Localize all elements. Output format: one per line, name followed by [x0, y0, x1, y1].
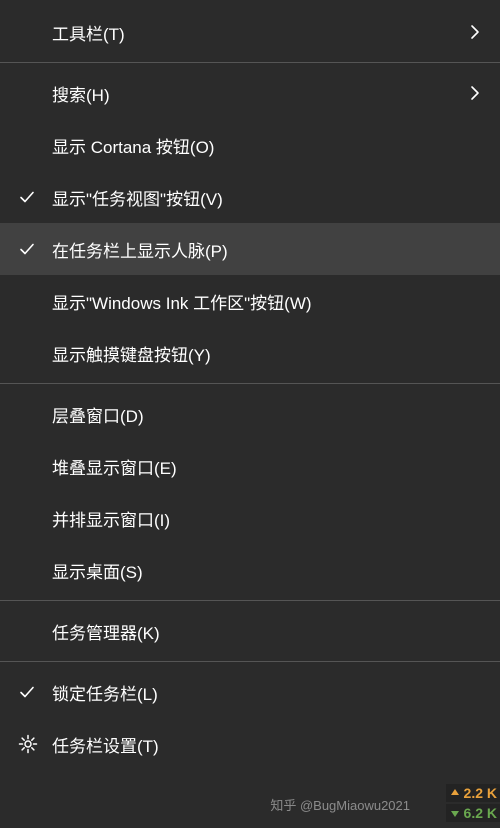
menu-item-lock-taskbar[interactable]: 锁定任务栏(L) [0, 666, 500, 718]
menu-separator [0, 661, 500, 662]
menu-item-label: 在任务栏上显示人脉(P) [52, 237, 458, 262]
menu-item-label: 任务栏设置(T) [52, 732, 458, 757]
menu-item-label: 任务管理器(K) [52, 619, 458, 644]
check-icon [18, 683, 36, 701]
menu-item-label: 锁定任务栏(L) [52, 680, 458, 705]
menu-item-people-on-taskbar[interactable]: 在任务栏上显示人脉(P) [0, 223, 500, 275]
menu-item-task-manager[interactable]: 任务管理器(K) [0, 605, 500, 657]
check-icon [18, 188, 36, 206]
menu-item-label: 显示触摸键盘按钮(Y) [52, 341, 458, 366]
chevron-right-icon [468, 22, 482, 42]
menu-separator [0, 383, 500, 384]
menu-item-label: 搜索(H) [52, 81, 458, 106]
upvote-count: 2.2 K [446, 784, 500, 802]
gear-icon [18, 734, 38, 754]
upvote-value: 2.2 K [464, 785, 497, 801]
downvote-value: 6.2 K [464, 805, 497, 821]
menu-item-windows-ink-button[interactable]: 显示"Windows Ink 工作区"按钮(W) [0, 275, 500, 327]
downvote-count: 6.2 K [446, 804, 500, 822]
menu-item-search[interactable]: 搜索(H) [0, 67, 500, 119]
menu-item-cascade-windows[interactable]: 层叠窗口(D) [0, 388, 500, 440]
menu-item-label: 层叠窗口(D) [52, 402, 458, 427]
menu-item-side-by-side-windows[interactable]: 并排显示窗口(I) [0, 492, 500, 544]
menu-item-task-view-button[interactable]: 显示"任务视图"按钮(V) [0, 171, 500, 223]
menu-separator [0, 600, 500, 601]
menu-separator [0, 62, 500, 63]
menu-item-cortana-button[interactable]: 显示 Cortana 按钮(O) [0, 119, 500, 171]
stats-badge: 2.2 K 6.2 K [446, 784, 500, 822]
chevron-right-icon [468, 83, 482, 103]
menu-item-taskbar-settings[interactable]: 任务栏设置(T) [0, 718, 500, 770]
menu-item-label: 显示"任务视图"按钮(V) [52, 185, 458, 210]
check-icon [18, 240, 36, 258]
menu-item-touch-keyboard-button[interactable]: 显示触摸键盘按钮(Y) [0, 327, 500, 379]
taskbar-context-menu: 工具栏(T) 搜索(H) 显示 Cortana 按钮(O) 显示"任务视图"按钮(V)… [0, 0, 500, 828]
menu-item-toolbars[interactable]: 工具栏(T) [0, 6, 500, 58]
menu-item-label: 工具栏(T) [52, 20, 458, 45]
menu-item-label: 并排显示窗口(I) [52, 506, 458, 531]
menu-item-label: 显示 Cortana 按钮(O) [52, 133, 458, 158]
menu-item-label: 堆叠显示窗口(E) [52, 454, 458, 479]
menu-item-label: 显示桌面(S) [52, 558, 458, 583]
menu-item-show-desktop[interactable]: 显示桌面(S) [0, 544, 500, 596]
menu-item-stack-windows[interactable]: 堆叠显示窗口(E) [0, 440, 500, 492]
menu-item-label: 显示"Windows Ink 工作区"按钮(W) [52, 289, 458, 314]
